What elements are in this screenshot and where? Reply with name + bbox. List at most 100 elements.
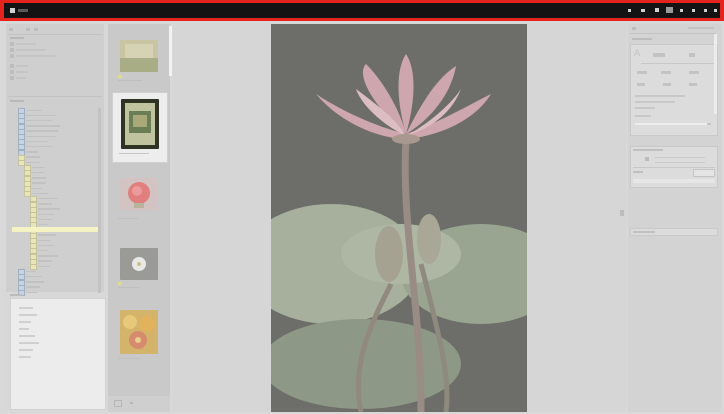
rating-star-icon[interactable] [645,157,649,161]
forward-icon[interactable] [26,28,30,31]
thumb-white-flower[interactable] [112,240,166,304]
folder-label[interactable] [38,239,50,241]
folder-label[interactable] [26,161,40,163]
grid-view-icon[interactable] [34,28,38,31]
folder-label[interactable] [38,223,48,226]
thumbnail-image [120,310,158,354]
folder-label[interactable] [26,275,42,278]
drive-icon[interactable] [10,54,14,58]
folder-label[interactable] [26,270,36,273]
thumb-yellow-flowers[interactable] [112,306,166,370]
app-logo-icon[interactable] [10,8,15,13]
folder-label[interactable] [26,135,56,137]
folder-label[interactable] [26,119,52,122]
panel-collapse-handle[interactable] [620,210,624,216]
list-item[interactable] [16,71,28,73]
thumb-document-cover[interactable] [112,92,168,163]
folder-label[interactable] [38,255,58,257]
selected-folder-row[interactable] [12,227,98,232]
folder-label[interactable] [32,171,44,174]
drive-icon[interactable] [10,42,14,46]
folder-label[interactable] [26,125,60,127]
user-icon[interactable] [655,8,659,12]
rating-stars[interactable] [655,157,705,163]
list-item[interactable] [16,49,46,51]
date-info [635,101,675,103]
folder-label[interactable] [32,166,44,169]
folder-label[interactable] [38,208,60,210]
folder-label[interactable] [38,213,54,215]
thumbnail-image [120,248,158,280]
panel-menu-icon[interactable] [632,27,636,30]
folder-label[interactable] [38,197,58,200]
drive-icon[interactable] [10,70,14,74]
drive-icon[interactable] [10,64,14,68]
keyword-item[interactable] [19,314,37,316]
keyword-item[interactable] [19,335,35,337]
drive-icon[interactable] [10,76,14,80]
filmstrip-scrollbar[interactable] [169,26,172,76]
list-item[interactable] [16,77,26,79]
thumbnail-image [120,40,158,72]
maximize-icon[interactable] [692,9,695,12]
keyword-item[interactable] [19,328,29,330]
list-item[interactable] [16,55,56,57]
back-icon[interactable] [9,28,13,31]
camera-settings-panel: A [630,44,718,136]
keyword-item[interactable] [19,342,39,344]
thumb-red-flower[interactable] [112,172,166,236]
thumbnail-caption [118,218,138,219]
folder-tree-scrollbar[interactable] [98,108,101,293]
zoom-slider[interactable] [635,123,711,125]
section-label [633,231,655,233]
folder-label[interactable] [26,291,38,293]
drive-icon[interactable] [10,48,14,52]
apply-button[interactable] [693,169,715,177]
thumb-nature-scene[interactable] [112,36,166,100]
folder-label[interactable] [38,234,56,236]
stack-icon[interactable] [114,400,122,407]
folder-label[interactable] [26,281,44,283]
folder-label[interactable] [38,244,54,247]
folder-label[interactable] [26,156,40,158]
menu-icon[interactable] [18,9,28,12]
grid-icon[interactable] [641,9,645,12]
keyword-item[interactable] [19,321,31,323]
folder-label[interactable] [26,114,56,117]
folder-label[interactable] [26,286,40,288]
folder-label[interactable] [38,203,52,205]
keywords-section-header[interactable] [630,228,718,236]
keyword-item[interactable] [19,356,31,358]
folder-label[interactable] [32,187,42,189]
folder-label[interactable] [32,182,46,184]
folder-label[interactable] [38,260,52,262]
folder-label[interactable] [26,145,52,148]
folder-label[interactable] [32,192,48,195]
keyword-input[interactable] [633,179,715,183]
keyword-item[interactable] [19,307,33,309]
search-icon[interactable] [628,9,631,12]
minimize-icon[interactable] [680,9,683,12]
folder-label[interactable] [38,249,48,252]
sort-icon[interactable] [130,402,133,404]
layout-icon[interactable] [666,7,673,13]
thumbnail-image [120,178,158,210]
water-lily-photo [271,24,527,412]
list-item[interactable] [16,65,28,67]
folder-label[interactable] [38,218,52,221]
keyword-item[interactable] [19,349,33,351]
folder-label[interactable] [38,265,50,267]
panel-tabs[interactable] [688,27,714,29]
inspector-scrollbar[interactable] [714,34,717,114]
restore-icon[interactable] [704,9,707,12]
divider [630,33,716,34]
folder-label[interactable] [26,109,42,111]
list-item[interactable] [16,43,36,45]
folder-label[interactable] [26,130,58,132]
close-icon[interactable] [714,9,717,12]
folder-label[interactable] [26,140,48,143]
rating-badge [118,75,122,78]
folder-label[interactable] [26,151,38,153]
inspector-panel: A [628,24,722,412]
folder-label[interactable] [32,177,46,179]
